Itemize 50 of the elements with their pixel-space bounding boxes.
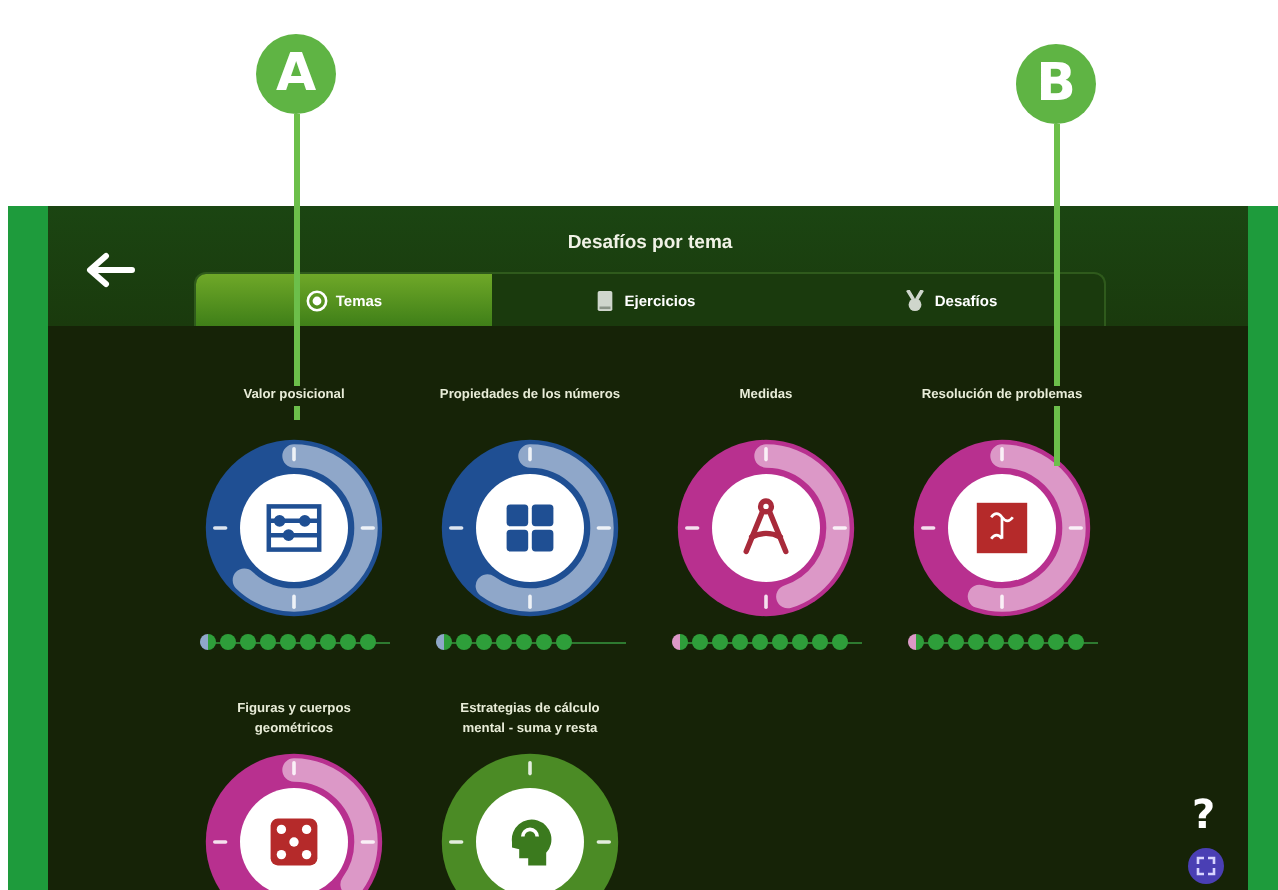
target-icon [305,289,328,311]
progress-dot [555,634,571,650]
progress-dot [1007,634,1023,650]
compass-icon [743,498,789,555]
help-icon[interactable]: ? [1192,790,1216,838]
progress-dot [199,634,215,650]
progress-dot [359,634,375,650]
progress-dot [259,634,275,650]
progress-dot [535,634,551,650]
progress-dot [967,634,983,650]
progress-dot [711,634,727,650]
progress-dot [455,634,471,650]
head-icon [511,819,552,866]
progress-dot [475,634,491,650]
abacus-icon [266,504,322,552]
fullscreen-icon [1196,856,1216,876]
progress-dot [831,634,847,650]
progress-dot [515,634,531,650]
progress-dot [771,634,787,650]
progress-dot [731,634,747,650]
progress-dot [1067,634,1083,650]
callout-badge: A [256,34,336,114]
progress-dot [239,634,255,650]
progress-dot [1047,634,1063,650]
progress-dot [691,634,707,650]
progress-dot [907,634,923,650]
topic-ring[interactable] [440,752,620,890]
progress-dot [435,634,451,650]
screen-title: Desafíos por tema [567,230,733,258]
progress-dot [671,634,687,650]
progress-dot [219,634,235,650]
progress-dot [811,634,827,650]
progress-dot [947,634,963,650]
progress-dot [495,634,511,650]
progress-dot [987,634,1003,650]
callout-badge: B [1016,44,1096,124]
die-icon [270,818,318,866]
progress-dot [279,634,295,650]
back-arrow-icon[interactable] [83,252,135,288]
puzzle-icon [976,502,1028,554]
progress-dot [791,634,807,650]
progress-dot [1027,634,1043,650]
progress-dot [927,634,943,650]
medal-icon [904,289,927,311]
book-icon [594,289,617,311]
progress-dot [751,634,767,650]
progress-dot [299,634,315,650]
progress-dot [339,634,355,650]
calculator-icon [506,504,554,552]
progress-dot [319,634,335,650]
